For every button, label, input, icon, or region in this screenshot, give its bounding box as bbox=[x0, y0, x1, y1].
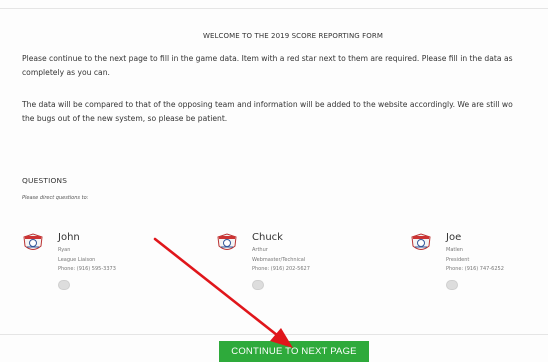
contact-info: John Ryan League Liaison Phone: (916) 59… bbox=[58, 232, 116, 275]
contact-card: John Ryan League Liaison Phone: (916) 59… bbox=[22, 232, 152, 292]
contact-info: Joe Matlen President Phone: (916) 747-62… bbox=[446, 232, 504, 275]
contact-role: League Liaison bbox=[58, 256, 96, 263]
notice-line-1: The data will be compared to that of the… bbox=[22, 100, 513, 109]
contact-radio[interactable] bbox=[446, 280, 458, 290]
contact-card: Chuck Arthur Webmaster/Technical Phone: … bbox=[216, 232, 346, 292]
questions-subtitle: Please direct questions to: bbox=[22, 195, 89, 201]
contact-first-name: Chuck bbox=[252, 232, 283, 243]
contact-phone: Phone: (916) 202-5627 bbox=[252, 266, 310, 272]
contact-info: Chuck Arthur Webmaster/Technical Phone: … bbox=[252, 232, 310, 275]
contact-phone: Phone: (916) 747-6252 bbox=[446, 266, 504, 272]
form-page: WELCOME TO THE 2019 SCORE REPORTING FORM… bbox=[0, 0, 548, 362]
team-logo-icon bbox=[217, 233, 237, 250]
intro-paragraph: Please continue to the next page to fill… bbox=[22, 52, 548, 79]
contact-phone: Phone: (916) 595-3373 bbox=[58, 266, 116, 272]
intro-line-2: completely as you can. bbox=[22, 67, 110, 77]
team-logo-icon bbox=[411, 233, 431, 250]
contact-last-name: Matlen bbox=[446, 247, 463, 253]
contact-role: President bbox=[446, 256, 470, 263]
bottom-divider bbox=[0, 334, 548, 335]
top-divider bbox=[0, 8, 548, 9]
intro-line-1: Please continue to the next page to fill… bbox=[22, 54, 513, 63]
notice-paragraph: The data will be compared to that of the… bbox=[22, 98, 548, 125]
contact-first-name: John bbox=[58, 232, 80, 243]
team-logo-icon bbox=[23, 233, 43, 250]
contact-first-name: Joe bbox=[446, 232, 462, 243]
form-heading: WELCOME TO THE 2019 SCORE REPORTING FORM bbox=[203, 32, 383, 40]
questions-title: QUESTIONS bbox=[22, 176, 68, 185]
notice-line-2: the bugs out of the new system, so pleas… bbox=[22, 113, 228, 123]
contact-role: Webmaster/Technical bbox=[252, 256, 306, 263]
contact-radio[interactable] bbox=[58, 280, 70, 290]
contact-radio[interactable] bbox=[252, 280, 264, 290]
continue-button[interactable]: CONTINUE TO NEXT PAGE bbox=[219, 341, 369, 362]
contact-card: Joe Matlen President Phone: (916) 747-62… bbox=[410, 232, 540, 292]
contact-last-name: Ryan bbox=[58, 247, 71, 253]
contact-last-name: Arthur bbox=[252, 247, 268, 253]
